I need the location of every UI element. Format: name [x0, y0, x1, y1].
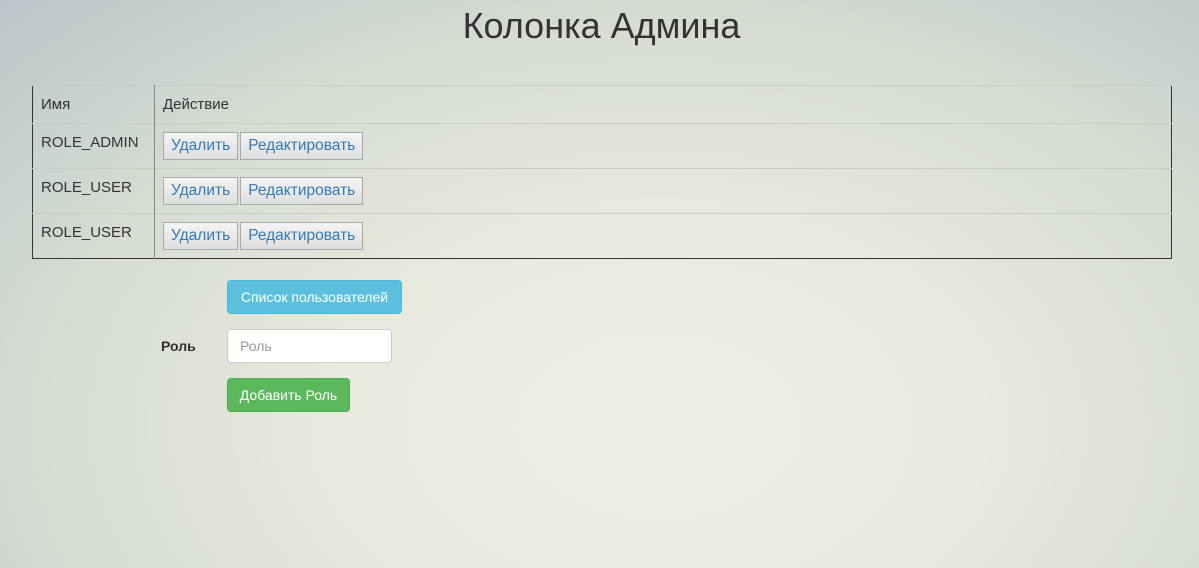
actions-cell: Удалить Редактировать — [154, 168, 1172, 214]
delete-button[interactable]: Удалить — [163, 132, 239, 160]
delete-button[interactable]: Удалить — [163, 177, 239, 205]
add-role-button[interactable]: Добавить Роль — [227, 378, 350, 412]
actions-cell: Удалить Редактировать — [154, 123, 1172, 169]
edit-button[interactable]: Редактировать — [240, 177, 364, 205]
user-list-button[interactable]: Список пользователей — [227, 280, 402, 314]
page-title: Колонка Админа — [462, 5, 741, 46]
role-name-cell: ROLE_USER — [41, 224, 132, 241]
actions-cell: Удалить Редактировать — [154, 213, 1172, 259]
delete-button[interactable]: Удалить — [163, 222, 239, 250]
role-input[interactable] — [227, 329, 392, 363]
table-row: ROLE_USER Удалить Редактировать — [32, 213, 1172, 259]
table-row: ROLE_ADMIN Удалить Редактировать — [32, 123, 1172, 169]
role-name-cell: ROLE_ADMIN — [41, 134, 139, 151]
column-header-name: Имя — [41, 96, 71, 113]
role-name-cell: ROLE_USER — [41, 179, 132, 196]
table-row: ROLE_USER Удалить Редактировать — [32, 168, 1172, 214]
role-label: Роль — [161, 338, 196, 354]
table-header-row: Имя Действие — [32, 85, 1172, 124]
roles-table: Имя Действие ROLE_ADMIN Удалить Редактиро… — [32, 85, 1172, 259]
column-header-action: Действие — [154, 85, 1172, 124]
edit-button[interactable]: Редактировать — [240, 132, 364, 160]
edit-button[interactable]: Редактировать — [240, 222, 364, 250]
